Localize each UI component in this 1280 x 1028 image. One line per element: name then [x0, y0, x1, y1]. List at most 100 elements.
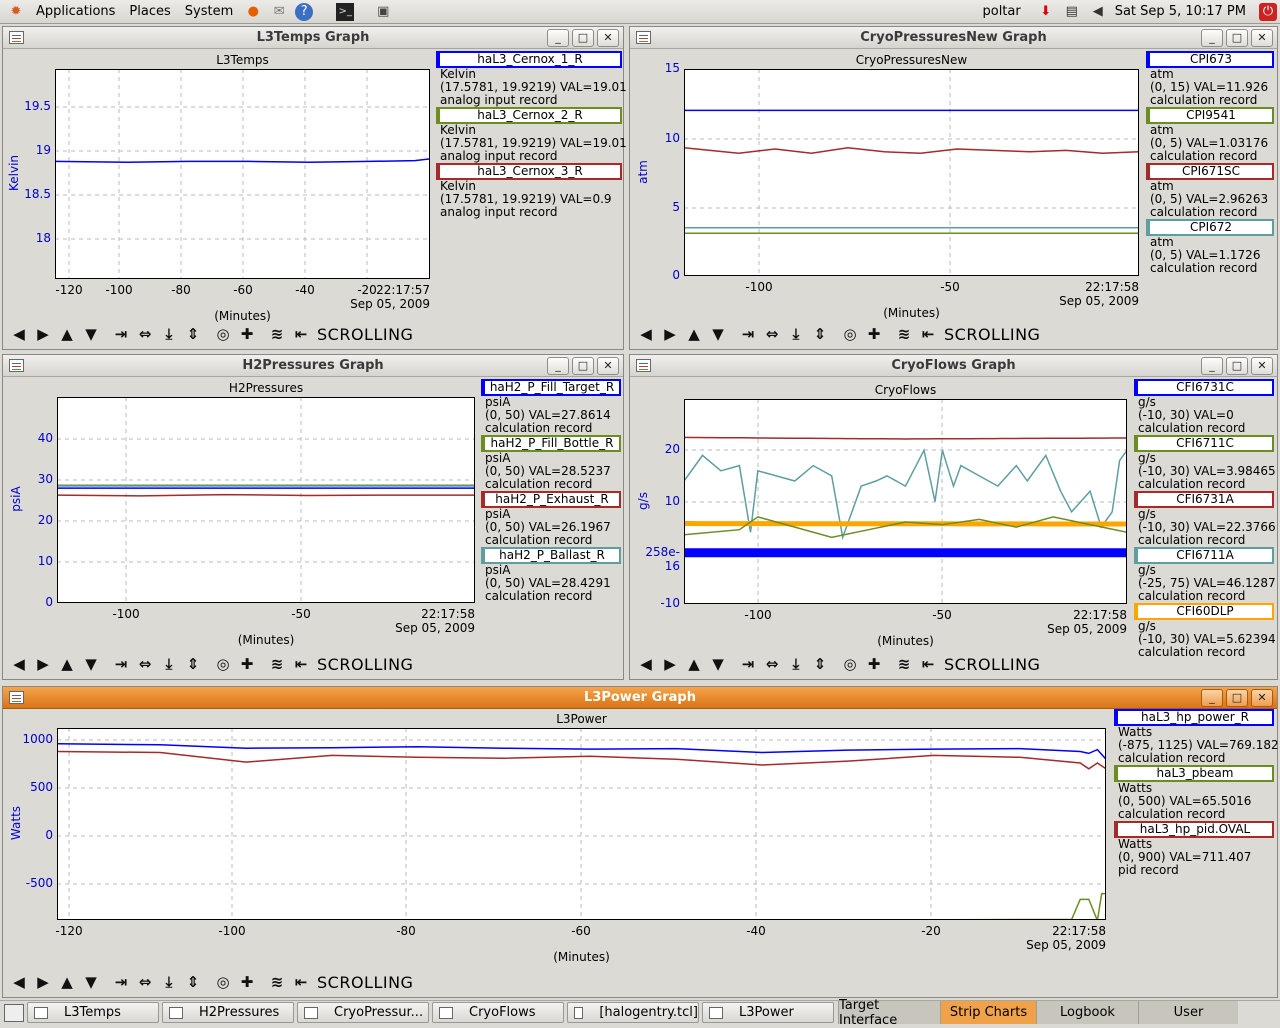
auto-scale-icon[interactable]: ◎ — [211, 323, 235, 345]
pan-right-icon[interactable]: ▶ — [31, 323, 55, 345]
pan-up-icon[interactable]: ▲ — [55, 653, 79, 675]
pan-left-icon[interactable]: ◀ — [7, 971, 31, 993]
firefox-icon[interactable]: ● — [243, 3, 263, 21]
legend-signal-name[interactable]: CPI671SC — [1146, 163, 1274, 180]
title-bar[interactable]: CryoPressuresNew Graph _ □ ✕ — [630, 27, 1277, 49]
legend-signal-name[interactable]: haL3_pbeam — [1114, 765, 1274, 782]
network-icon[interactable]: ▤ — [1062, 3, 1082, 21]
reset-icon[interactable]: ✚ — [862, 653, 886, 675]
refresh-icon[interactable]: ≋ — [265, 653, 289, 675]
reset-icon[interactable]: ✚ — [235, 653, 259, 675]
pan-up-icon[interactable]: ▲ — [55, 323, 79, 345]
maximize-icon[interactable]: □ — [572, 357, 594, 375]
legend-item[interactable]: haH2_P_Fill_Bottle_R psiA (0, 50) VAL=28.5… — [481, 435, 621, 491]
maximize-icon[interactable]: □ — [1226, 357, 1248, 375]
maximize-icon[interactable]: □ — [1226, 29, 1248, 47]
clock[interactable]: Sat Sep 5, 10:17 PM — [1115, 4, 1246, 19]
zoom-out-y-icon[interactable]: ⇕ — [808, 323, 832, 345]
legend-signal-name[interactable]: haL3_Cernox_2_R — [436, 107, 622, 124]
close-icon[interactable]: ✕ — [597, 357, 619, 375]
zoom-in-x-icon[interactable]: ⇥ — [109, 653, 133, 675]
legend-signal-name[interactable]: haH2_P_Ballast_R — [481, 547, 621, 564]
volume-icon[interactable]: ◀ — [1088, 3, 1108, 21]
zoom-out-x-icon[interactable]: ⇔ — [133, 653, 157, 675]
legend-item[interactable]: CFI6711A g/s (-25, 75) VAL=46.1287 calculat… — [1134, 547, 1276, 603]
camera-icon[interactable]: ▣ — [373, 3, 393, 21]
legend-signal-name[interactable]: CFI6711C — [1134, 435, 1274, 452]
zoom-in-x-icon[interactable]: ⇥ — [736, 323, 760, 345]
title-bar[interactable]: L3Power Graph _ □ ✕ — [3, 687, 1277, 709]
zoom-in-x-icon[interactable]: ⇥ — [109, 323, 133, 345]
app-tab[interactable]: Strip Charts — [940, 1001, 1036, 1024]
legend-item[interactable]: CFI6731A g/s (-10, 30) VAL=22.3766 calculat… — [1134, 491, 1276, 547]
pan-down-icon[interactable]: ▼ — [79, 971, 103, 993]
pan-up-icon[interactable]: ▲ — [682, 653, 706, 675]
legend-signal-name[interactable]: CPI672 — [1146, 219, 1274, 236]
minimize-icon[interactable]: _ — [1201, 689, 1223, 707]
legend-item[interactable]: CPI672 atm (0, 5) VAL=1.1726 calculation re… — [1146, 219, 1274, 275]
pan-down-icon[interactable]: ▼ — [79, 323, 103, 345]
legend-item[interactable]: CPI673 atm (0, 15) VAL=11.926 calculation r… — [1146, 51, 1274, 107]
plot-area[interactable] — [55, 69, 430, 279]
zoom-in-y-icon[interactable]: ⤓ — [784, 323, 808, 345]
scroll-mode-icon[interactable]: ⇤ — [916, 653, 940, 675]
legend-item[interactable]: CFI60DLP g/s (-10, 30) VAL=5.62394 calculat… — [1134, 603, 1276, 659]
task-button[interactable]: H2Pressures — [162, 1002, 294, 1023]
legend-item[interactable]: haL3_Cernox_2_R Kelvin (17.5781, 19.9219) … — [436, 107, 627, 163]
legend-item[interactable]: haH2_P_Exhaust_R psiA (0, 50) VAL=26.1967 c… — [481, 491, 621, 547]
scroll-mode-icon[interactable]: ⇤ — [289, 971, 313, 993]
zoom-out-x-icon[interactable]: ⇔ — [133, 323, 157, 345]
minimize-icon[interactable]: _ — [547, 357, 569, 375]
menu-system[interactable]: System — [178, 4, 240, 19]
zoom-out-x-icon[interactable]: ⇔ — [133, 971, 157, 993]
task-button[interactable]: L3Power — [702, 1002, 834, 1023]
legend-signal-name[interactable]: haH2_P_Fill_Bottle_R — [481, 435, 621, 452]
zoom-in-x-icon[interactable]: ⇥ — [736, 653, 760, 675]
reset-icon[interactable]: ✚ — [862, 323, 886, 345]
zoom-out-x-icon[interactable]: ⇔ — [760, 323, 784, 345]
legend-signal-name[interactable]: CFI6711A — [1134, 547, 1274, 564]
pan-right-icon[interactable]: ▶ — [658, 653, 682, 675]
pan-left-icon[interactable]: ◀ — [7, 323, 31, 345]
legend-signal-name[interactable]: CPI9541 — [1146, 107, 1274, 124]
title-bar[interactable]: H2Pressures Graph _ □ ✕ — [3, 355, 623, 377]
legend-signal-name[interactable]: CPI673 — [1146, 51, 1274, 68]
legend-signal-name[interactable]: haL3_hp_pid.OVAL — [1114, 821, 1274, 838]
legend-signal-name[interactable]: CFI6731A — [1134, 491, 1274, 508]
app-tab[interactable]: Target Interface — [838, 998, 940, 1028]
task-button[interactable]: L3Temps — [27, 1002, 159, 1023]
auto-scale-icon[interactable]: ◎ — [838, 653, 862, 675]
plot-area[interactable] — [57, 397, 475, 603]
zoom-out-x-icon[interactable]: ⇔ — [760, 653, 784, 675]
pan-up-icon[interactable]: ▲ — [55, 971, 79, 993]
close-icon[interactable]: ✕ — [1251, 29, 1273, 47]
ubuntu-logo-icon[interactable]: ✹ — [6, 3, 26, 21]
zoom-in-y-icon[interactable]: ⤓ — [157, 653, 181, 675]
pan-right-icon[interactable]: ▶ — [31, 653, 55, 675]
menu-applications[interactable]: Applications — [29, 4, 122, 19]
terminal-icon[interactable]: >_ — [336, 2, 355, 21]
legend-signal-name[interactable]: haL3_Cernox_1_R — [436, 51, 622, 68]
minimize-icon[interactable]: _ — [1201, 29, 1223, 47]
reset-icon[interactable]: ✚ — [235, 323, 259, 345]
user-name[interactable]: poltar — [982, 4, 1020, 19]
legend-item[interactable]: haL3_Cernox_3_R Kelvin (17.5781, 19.9219) … — [436, 163, 622, 219]
zoom-in-y-icon[interactable]: ⤓ — [157, 971, 181, 993]
task-button[interactable]: CryoFlows — [432, 1002, 564, 1023]
legend-signal-name[interactable]: haL3_Cernox_3_R — [436, 163, 622, 180]
zoom-out-y-icon[interactable]: ⇕ — [181, 653, 205, 675]
pan-down-icon[interactable]: ▼ — [706, 323, 730, 345]
show-desktop-icon[interactable] — [4, 1003, 24, 1022]
legend-item[interactable]: haH2_P_Fill_Target_R psiA (0, 50) VAL=27.8… — [481, 379, 621, 435]
legend-item[interactable]: haH2_P_Ballast_R psiA (0, 50) VAL=28.4291 c… — [481, 547, 621, 603]
auto-scale-icon[interactable]: ◎ — [211, 653, 235, 675]
plot-area[interactable] — [57, 728, 1106, 920]
zoom-in-y-icon[interactable]: ⤓ — [784, 653, 808, 675]
maximize-icon[interactable]: □ — [572, 29, 594, 47]
legend-signal-name[interactable]: CFI6731C — [1134, 379, 1274, 396]
refresh-icon[interactable]: ≋ — [265, 971, 289, 993]
zoom-out-y-icon[interactable]: ⇕ — [181, 323, 205, 345]
task-button[interactable]: CryoPressur... — [297, 1002, 429, 1023]
legend-signal-name[interactable]: CFI60DLP — [1134, 603, 1274, 620]
scroll-mode-icon[interactable]: ⇤ — [289, 323, 313, 345]
